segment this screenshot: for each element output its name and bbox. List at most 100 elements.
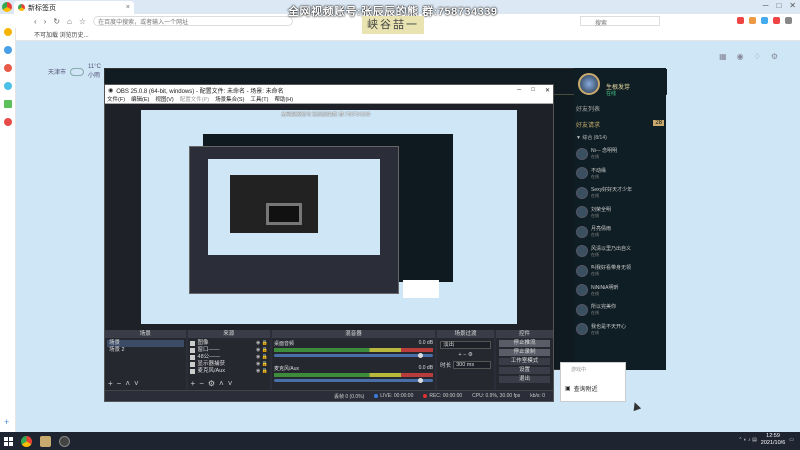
bookmark-item[interactable]: 不可加载 浏览历史... <box>34 30 89 39</box>
scene-item[interactable]: 场景 2 <box>107 347 184 354</box>
bitrate: kb/s: 0 <box>530 393 545 399</box>
menu-scene-collection[interactable]: 场景集合(S) <box>215 95 244 103</box>
up-icon[interactable]: ˄ <box>125 379 130 388</box>
source-item[interactable]: 显示器捕获 ◉ 🔒 <box>189 361 268 368</box>
studio-mode-button[interactable]: 工作室模式 <box>499 358 550 365</box>
ext-orange-icon[interactable] <box>749 17 756 24</box>
menu-view[interactable]: 视图(V) <box>155 95 173 103</box>
source-item[interactable]: 窗口—— ◉ 🔒 <box>189 347 268 354</box>
eye-icon[interactable]: ◉ 🔒 <box>256 340 268 347</box>
source-item[interactable]: 48公—— ◉ 🔒 <box>189 354 268 361</box>
sidebar-grid-icon[interactable] <box>4 100 12 108</box>
menu-icon[interactable] <box>785 17 792 24</box>
obs-close-icon[interactable]: ✕ <box>545 87 550 94</box>
friend-item[interactable]: 风清以里乃出自义 在线 <box>576 242 664 262</box>
eye-icon[interactable]: ◉ 🔒 <box>256 347 268 354</box>
friend-item[interactable]: Sexy好好天才少年 在线 <box>576 183 664 203</box>
notification-icon[interactable]: ▭ <box>789 437 794 443</box>
friend-item[interactable]: 叫我好看带身无领 在线 <box>576 261 664 281</box>
taskbar-browser-icon[interactable] <box>21 435 32 447</box>
sidebar-add-icon[interactable]: + <box>4 418 12 427</box>
sidebar-mail-icon[interactable] <box>4 64 12 72</box>
friend-item[interactable]: 所以完美你 在线 <box>576 300 664 320</box>
down-icon[interactable]: ˅ <box>228 379 233 388</box>
menu-edit[interactable]: 编辑(E) <box>131 95 149 103</box>
duration-input[interactable]: 300 ms <box>453 361 492 369</box>
friend-item[interactable]: 不动缘 在线 <box>576 164 664 184</box>
friend-item[interactable]: 月亮倩雨 在线 <box>576 222 664 242</box>
weather-widget[interactable]: 天津市 11°C 小雨 <box>48 64 101 79</box>
league-popup[interactable]: 游戏中 ▣ 查询附近 <box>560 362 626 402</box>
remove-icon[interactable]: − <box>199 379 204 388</box>
transition-select[interactable]: 淡出 <box>440 341 492 349</box>
close-icon[interactable]: ✕ <box>789 1 796 10</box>
add-icon[interactable]: + <box>191 379 196 388</box>
friend-group-label[interactable]: ▼ 综合 (8/14) <box>576 134 607 141</box>
stop-streaming-button[interactable]: 停止推流 <box>499 340 550 347</box>
exit-button[interactable]: 退出 <box>499 376 550 383</box>
extension-search-box[interactable]: 搜索 <box>580 16 660 27</box>
eye-icon[interactable]: ◉ 🔒 <box>256 361 268 368</box>
ext-red2-icon[interactable] <box>773 17 780 24</box>
address-bar[interactable]: 在百度中搜索，或者输入一个网址 <box>93 16 294 26</box>
sidebar-weibo-icon[interactable] <box>4 118 12 126</box>
window-icon <box>189 355 195 360</box>
friend-item[interactable]: 我也是不天开心 在线 <box>576 320 664 340</box>
remove-icon[interactable]: − <box>117 379 122 388</box>
settings-button[interactable]: 设置 <box>499 367 550 374</box>
sidebar-app-icon[interactable] <box>4 46 12 54</box>
obs-menu-bar: 文件(F) 编辑(E) 视图(V) 配置文件(P) 场景集合(S) 工具(T) … <box>105 95 553 104</box>
preview-nested-inner <box>266 203 302 225</box>
back-icon[interactable]: ‹ <box>34 17 37 26</box>
windows-start-icon[interactable] <box>4 436 13 446</box>
star-icon[interactable]: ☆ <box>79 17 86 26</box>
menu-profile[interactable]: 配置文件(P) <box>180 95 209 103</box>
volume-slider[interactable] <box>274 353 434 358</box>
clock[interactable]: 12:59 2021/10/6 <box>761 433 785 447</box>
friend-item[interactable]: NiNiNiA明昕 在线 <box>576 281 664 301</box>
add-icon[interactable]: + <box>108 379 113 388</box>
menu-file[interactable]: 文件(F) <box>107 95 125 103</box>
maximize-icon[interactable]: □ <box>776 1 781 10</box>
eye-icon[interactable]: ◉ 🔒 <box>256 368 268 375</box>
friend-item[interactable]: Ni--- 念明明 在线 <box>576 144 664 164</box>
scene-item[interactable]: 场景 <box>107 340 184 347</box>
apps-icon[interactable]: ▦ <box>719 52 727 61</box>
sidebar-chat-icon[interactable] <box>4 82 12 90</box>
ext-red-icon[interactable] <box>737 17 744 24</box>
settings-icon[interactable]: ⚙ <box>771 52 778 61</box>
browser-tab[interactable]: 新标签页 × <box>14 1 134 14</box>
friend-request-row[interactable]: 好友请求 28 <box>576 120 664 129</box>
up-icon[interactable]: ˄ <box>219 379 224 388</box>
friend-item[interactable]: 刘荣全明 在线 <box>576 203 664 223</box>
player-avatar[interactable] <box>578 73 600 95</box>
taskbar-obs-icon[interactable] <box>59 435 70 447</box>
obs-maximize-icon[interactable]: □ <box>531 87 535 94</box>
remove-icon[interactable]: − <box>463 352 466 358</box>
volume-slider[interactable] <box>274 378 434 383</box>
browser-logo-icon[interactable] <box>2 2 12 12</box>
home-icon[interactable]: ⌂ <box>67 17 72 26</box>
source-item[interactable]: 麦克风/Aux ◉ 🔒 <box>189 368 268 375</box>
menu-help[interactable]: 帮助(H) <box>274 95 293 103</box>
tray-icons[interactable]: ⌃ ◐ ♪ ▤ <box>738 437 757 443</box>
minimize-icon[interactable]: ─ <box>763 1 769 10</box>
down-icon[interactable]: ˅ <box>134 379 139 388</box>
shirt-icon[interactable]: ♢ <box>754 52 761 61</box>
gear-icon[interactable]: ⚙ <box>468 352 473 358</box>
gear-icon[interactable]: ⚙ <box>208 379 215 388</box>
source-item[interactable]: 图像 ◉ 🔒 <box>189 340 268 347</box>
obs-minimize-icon[interactable]: ─ <box>517 87 521 94</box>
sidebar-star-icon[interactable] <box>4 28 12 36</box>
menu-tools[interactable]: 工具(T) <box>250 95 268 103</box>
taskbar-league-icon[interactable] <box>40 435 51 447</box>
reload-icon[interactable]: ↻ <box>53 17 60 26</box>
add-icon[interactable]: + <box>458 352 461 358</box>
ext-blue-icon[interactable] <box>761 17 768 24</box>
tab-close-icon[interactable]: × <box>126 4 130 11</box>
eye-icon[interactable]: ◉ 🔒 <box>256 354 268 361</box>
obs-preview[interactable]: 全网视频账号:张辰辰的熊 群:758734339 <box>105 104 553 330</box>
eye-icon[interactable]: ◉ <box>737 52 744 61</box>
stop-recording-button[interactable]: 停止录制 <box>499 349 550 356</box>
forward-icon[interactable]: › <box>44 17 47 26</box>
